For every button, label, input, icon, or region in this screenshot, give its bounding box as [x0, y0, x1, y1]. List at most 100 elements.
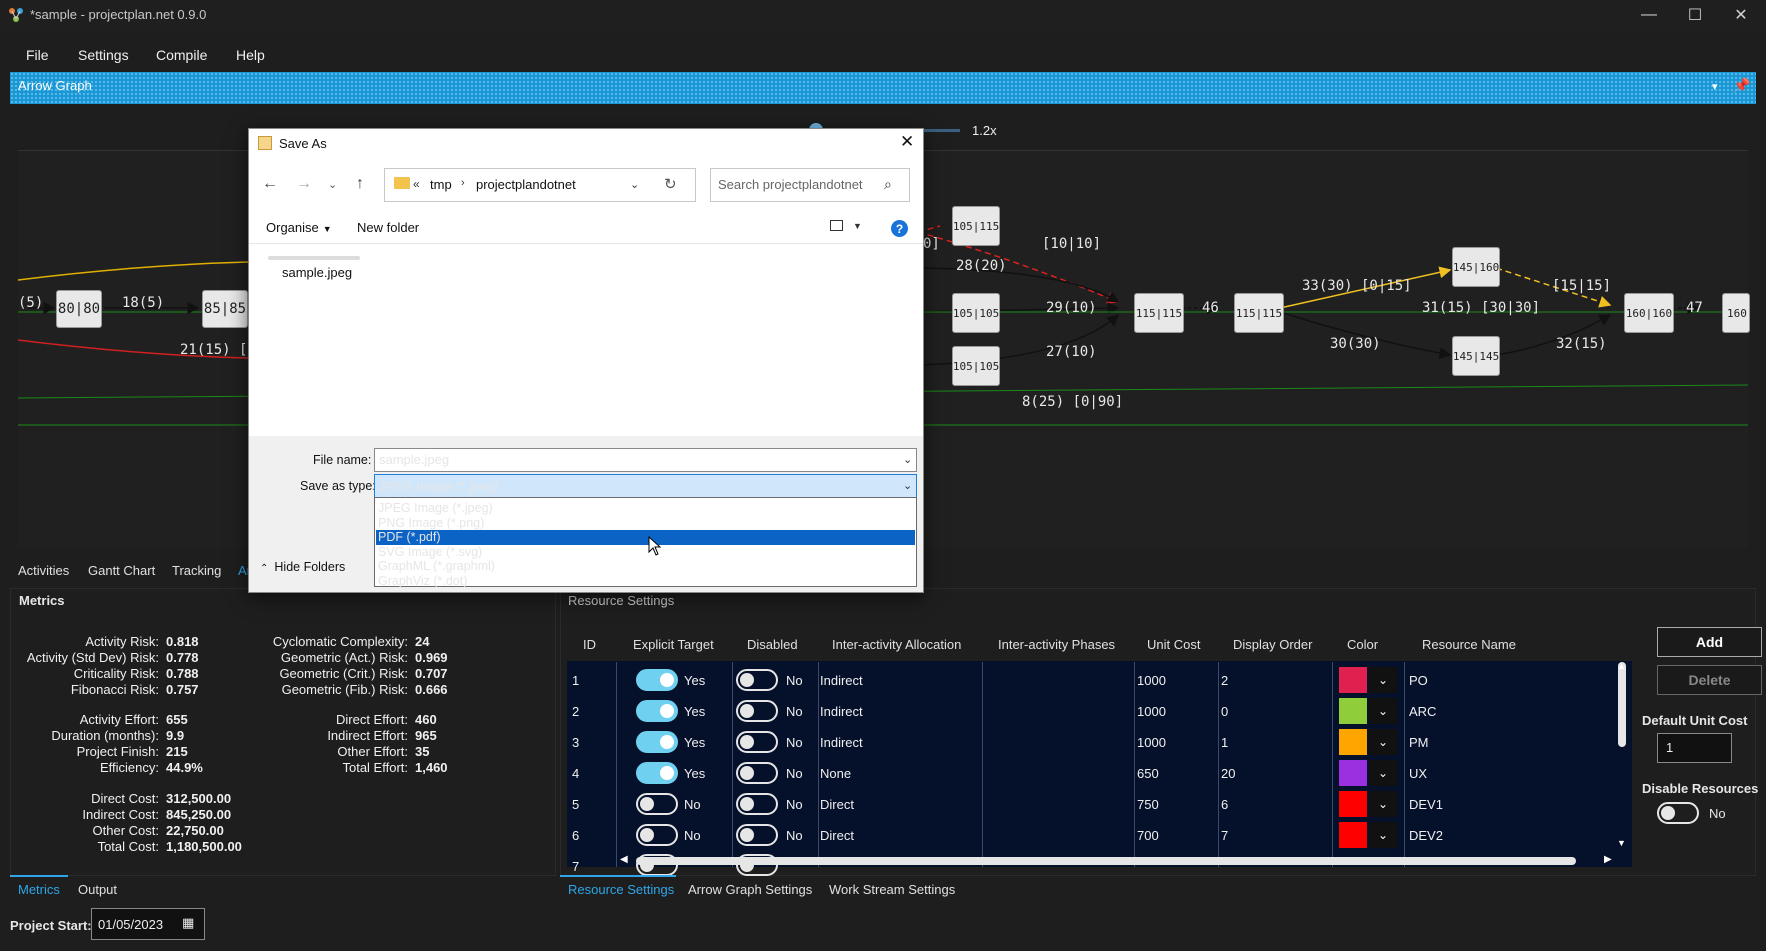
tab-metrics[interactable]: Metrics — [18, 882, 60, 897]
view-dropdown-icon[interactable]: ▼ — [853, 221, 862, 231]
disabled-toggle[interactable] — [736, 824, 778, 846]
unit-cost-value[interactable]: 1000 — [1137, 673, 1166, 688]
refresh-icon[interactable]: ↻ — [664, 175, 677, 193]
explicit-target-toggle[interactable] — [636, 762, 678, 784]
allocation-value[interactable]: Indirect — [820, 673, 863, 688]
address-dropdown-icon[interactable]: ⌄ — [630, 178, 639, 191]
panel-dropdown-icon[interactable]: ▾ — [1712, 80, 1718, 93]
resource-name-value[interactable]: PO — [1409, 673, 1428, 688]
menu-help[interactable]: Help — [236, 47, 265, 63]
resource-name-value[interactable]: DEV2 — [1409, 828, 1443, 843]
save-type-select[interactable]: JPEG Image (*.jpeg) — [374, 474, 917, 498]
search-icon[interactable]: ⌕ — [884, 176, 892, 193]
color-dropdown-icon[interactable]: ⌄ — [1369, 760, 1397, 786]
color-dropdown-icon[interactable]: ⌄ — [1369, 791, 1397, 817]
maximize-icon[interactable]: ☐ — [1672, 0, 1718, 30]
hide-folders-button[interactable]: ⌃ Hide Folders — [260, 560, 345, 574]
save-type-option[interactable]: PDF (*.pdf) — [376, 530, 915, 545]
color-swatch[interactable] — [1339, 822, 1367, 848]
explicit-target-toggle[interactable] — [636, 731, 678, 753]
file-name-input[interactable]: sample.jpeg — [374, 448, 917, 472]
scroll-down-icon[interactable]: ▼ — [1617, 838, 1626, 848]
color-dropdown-icon[interactable]: ⌄ — [1369, 698, 1397, 724]
graph-node[interactable]: 160 — [1722, 293, 1750, 333]
save-type-dropdown-icon[interactable]: ⌄ — [903, 479, 912, 492]
tab-work-stream-settings[interactable]: Work Stream Settings — [829, 882, 955, 897]
save-type-option[interactable]: GraphML (*.graphml) — [376, 559, 915, 574]
allocation-value[interactable]: Direct — [820, 828, 854, 843]
up-arrow-icon[interactable]: ↑ — [356, 175, 364, 193]
allocation-value[interactable]: Indirect — [820, 704, 863, 719]
save-type-option[interactable]: PNG Image (*.png) — [376, 516, 915, 531]
calendar-icon[interactable]: ▦ — [182, 915, 194, 931]
default-unit-cost-input[interactable]: 1 — [1657, 733, 1732, 763]
breadcrumb-overflow-icon[interactable]: « — [413, 177, 420, 191]
unit-cost-value[interactable]: 1000 — [1137, 735, 1166, 750]
color-swatch[interactable] — [1339, 698, 1367, 724]
color-dropdown-icon[interactable]: ⌄ — [1369, 822, 1397, 848]
graph-node[interactable]: 105|105 — [952, 293, 1000, 333]
column-header[interactable]: Inter-activity Allocation — [832, 637, 961, 652]
disabled-toggle[interactable] — [736, 793, 778, 815]
display-order-value[interactable]: 20 — [1221, 766, 1235, 781]
save-type-option[interactable]: SVG Image (*.svg) — [376, 545, 915, 560]
color-dropdown-icon[interactable]: ⌄ — [1369, 729, 1397, 755]
column-header[interactable]: Resource Name — [1422, 637, 1516, 652]
tab-activities[interactable]: Activities — [18, 563, 69, 578]
explicit-target-toggle[interactable] — [636, 824, 678, 846]
column-header[interactable]: Explicit Target — [633, 637, 714, 652]
unit-cost-value[interactable]: 750 — [1137, 797, 1159, 812]
save-type-option[interactable]: JPEG Image (*.jpeg) — [376, 501, 915, 516]
scroll-right-icon[interactable]: ▶ — [1604, 854, 1612, 865]
unit-cost-value[interactable]: 700 — [1137, 828, 1159, 843]
column-header[interactable]: Color — [1347, 637, 1378, 652]
dialog-close-icon[interactable]: ✕ — [900, 132, 914, 152]
tab-gantt-chart[interactable]: Gantt Chart — [88, 563, 155, 578]
add-resource-button[interactable]: Add — [1657, 627, 1762, 657]
menu-file[interactable]: File — [26, 47, 49, 63]
save-type-option[interactable]: GraphViz (*.dot) — [376, 574, 915, 589]
allocation-value[interactable]: None — [820, 766, 851, 781]
explicit-target-toggle[interactable] — [636, 700, 678, 722]
breadcrumb-tmp[interactable]: tmp — [430, 177, 452, 192]
breadcrumb-projectplandotnet[interactable]: projectplandotnet — [476, 177, 576, 192]
color-swatch[interactable] — [1339, 667, 1367, 693]
column-header[interactable]: ID — [583, 637, 596, 652]
column-header[interactable]: Unit Cost — [1147, 637, 1200, 652]
delete-resource-button[interactable]: Delete — [1657, 665, 1762, 695]
organise-button[interactable]: Organise ▼ — [266, 220, 332, 235]
resource-name-value[interactable]: ARC — [1409, 704, 1436, 719]
scroll-left-icon[interactable]: ◀ — [620, 854, 628, 865]
file-item[interactable]: sample.jpeg — [282, 265, 352, 280]
tab-resource-settings[interactable]: Resource Settings — [568, 882, 674, 897]
graph-node[interactable]: 145|160 — [1452, 247, 1500, 287]
tab-arrow-graph-settings[interactable]: Arrow Graph Settings — [688, 882, 812, 897]
resource-table[interactable] — [567, 627, 1632, 867]
tab-output[interactable]: Output — [78, 882, 117, 897]
menu-settings[interactable]: Settings — [78, 47, 129, 63]
menu-compile[interactable]: Compile — [156, 47, 207, 63]
vertical-scrollbar[interactable] — [1618, 662, 1626, 747]
graph-node[interactable]: 145|145 — [1452, 336, 1500, 376]
disabled-toggle[interactable] — [736, 762, 778, 784]
allocation-value[interactable]: Indirect — [820, 735, 863, 750]
display-order-value[interactable]: 0 — [1221, 704, 1228, 719]
graph-node[interactable]: 160|160 — [1624, 293, 1674, 333]
display-order-value[interactable]: 1 — [1221, 735, 1228, 750]
help-icon[interactable]: ? — [891, 220, 908, 237]
new-folder-button[interactable]: New folder — [357, 220, 419, 235]
graph-node[interactable]: 105|115 — [952, 206, 1000, 246]
view-icon[interactable] — [830, 220, 843, 231]
forward-arrow-icon[interactable]: → — [296, 175, 312, 193]
explicit-target-toggle[interactable] — [636, 793, 678, 815]
unit-cost-value[interactable]: 650 — [1137, 766, 1159, 781]
allocation-value[interactable]: Direct — [820, 797, 854, 812]
resource-name-value[interactable]: PM — [1409, 735, 1429, 750]
back-arrow-icon[interactable]: ← — [262, 175, 278, 193]
graph-node[interactable]: 115|115 — [1134, 293, 1184, 333]
display-order-value[interactable]: 7 — [1221, 828, 1228, 843]
file-name-dropdown-icon[interactable]: ⌄ — [903, 453, 912, 466]
close-window-icon[interactable]: ✕ — [1718, 0, 1764, 30]
disable-resources-toggle[interactable] — [1657, 802, 1699, 824]
scroll-up-icon[interactable]: ▲ — [1617, 661, 1626, 671]
